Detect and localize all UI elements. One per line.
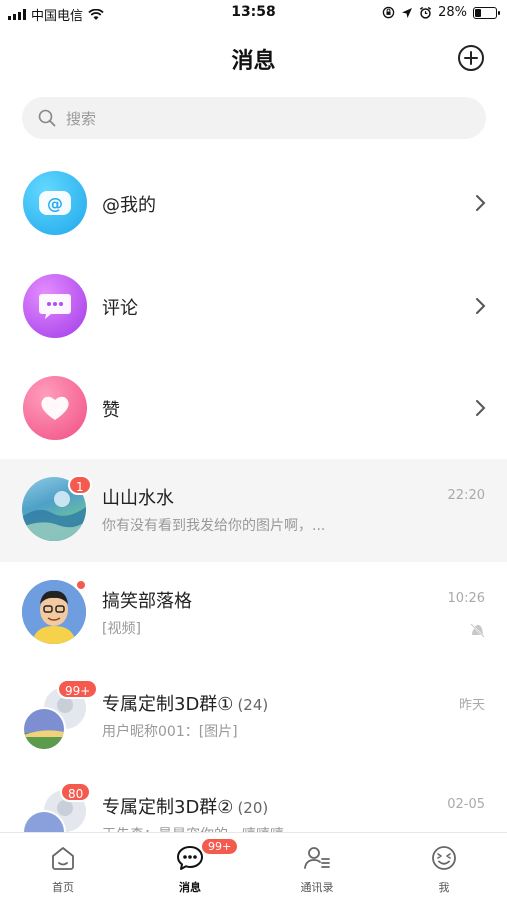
tab-label: 我 xyxy=(438,881,450,894)
unread-badge: 80 xyxy=(60,782,92,802)
alarm-icon xyxy=(420,6,432,19)
tab-messages[interactable]: 99+ 消息 xyxy=(127,833,253,900)
conversation-title: 专属定制3D群① (24) xyxy=(102,690,268,716)
page-title: 消息 xyxy=(231,49,276,74)
battery-icon xyxy=(473,6,500,19)
conversation-name: 专属定制3D群② xyxy=(102,797,234,818)
conversation-time: 昨天 xyxy=(458,698,485,713)
conversation-item[interactable]: 搞笑部落格 [视频] 10:26 xyxy=(0,562,507,665)
menu-icon-comments xyxy=(23,274,87,338)
conversation-title: 专属定制3D群② (20) xyxy=(102,793,268,819)
unread-dot xyxy=(76,580,86,590)
conversation-preview: 用户昵称001：[图片] xyxy=(102,724,238,740)
comment-bubble-icon xyxy=(39,294,71,319)
conversation-time: 10:26 xyxy=(447,591,485,606)
avatar xyxy=(22,580,86,644)
chevron-right-icon xyxy=(476,195,486,211)
conversation-item[interactable]: 1 山山水水 你有没有看到我发给你的图片啊，... 22:20 xyxy=(0,459,507,562)
menu-item-likes[interactable]: 赞 xyxy=(0,358,507,458)
home-icon xyxy=(52,847,74,870)
unread-badge: 1 xyxy=(68,475,92,495)
group-avatar-member xyxy=(22,707,66,751)
tab-bar: 首页 99+ 消息 通讯录 我 xyxy=(0,832,507,900)
battery-percent: 28% xyxy=(438,5,467,20)
tab-contacts[interactable]: 通讯录 xyxy=(254,833,380,900)
conversation-name: 山山水水 xyxy=(102,488,174,509)
menu-label-mentions: @我的 xyxy=(102,195,156,216)
smiley-icon xyxy=(432,846,456,870)
mute-icon xyxy=(470,623,485,638)
svg-text:@: @ xyxy=(47,194,63,213)
tab-label: 消息 xyxy=(179,881,201,894)
menu-label-comments: 评论 xyxy=(102,298,138,319)
menu-label-likes: 赞 xyxy=(102,400,120,421)
contacts-icon xyxy=(304,847,330,869)
member-count: (20) xyxy=(237,799,269,817)
at-icon: @ xyxy=(39,191,71,215)
battery-fill xyxy=(475,8,482,17)
menu-icon-likes xyxy=(23,376,87,440)
tab-me[interactable]: 我 xyxy=(381,833,507,900)
conversation-time: 22:20 xyxy=(447,488,485,503)
conversation-name: 搞笑部落格 xyxy=(102,591,192,612)
status-right: 28% xyxy=(382,5,500,20)
search-icon xyxy=(38,109,56,127)
avatar-image xyxy=(22,580,86,644)
add-button[interactable] xyxy=(457,44,485,72)
menu-icon-mentions: @ xyxy=(23,171,87,235)
tab-label: 首页 xyxy=(52,881,74,894)
location-icon xyxy=(402,7,413,18)
conversation-title: 山山水水 xyxy=(102,484,174,510)
nav-bar: 消息 xyxy=(0,28,507,86)
chevron-right-icon xyxy=(476,298,486,314)
conversation-preview: [视频] xyxy=(102,621,141,637)
heart-icon xyxy=(41,396,69,420)
search-placeholder: 搜索 xyxy=(66,109,97,128)
status-bar: 中国电信 13:58 28% xyxy=(0,0,507,28)
unread-badge: 99+ xyxy=(57,679,99,699)
messages-screen: 中国电信 13:58 28% 消息 搜索 @ @我的 评论 赞 1 山山水水 你… xyxy=(0,0,507,900)
conversation-item[interactable]: 99+ 专属定制3D群① (24) 用户昵称001：[图片] 昨天 xyxy=(0,665,507,768)
rotation-lock-icon xyxy=(382,6,395,19)
tab-badge: 99+ xyxy=(200,837,240,856)
tab-label: 通讯录 xyxy=(300,881,334,894)
conversation-name: 专属定制3D群① xyxy=(102,694,234,715)
search-input[interactable]: 搜索 xyxy=(22,97,486,139)
conversation-title: 搞笑部落格 xyxy=(102,587,192,613)
conversation-preview: 你有没有看到我发给你的图片啊，... xyxy=(102,518,326,534)
tab-home[interactable]: 首页 xyxy=(0,833,126,900)
menu-item-mentions[interactable]: @ @我的 xyxy=(0,153,507,253)
conversation-time: 02-05 xyxy=(447,797,485,812)
member-count: (24) xyxy=(237,696,269,714)
menu-item-comments[interactable]: 评论 xyxy=(0,256,507,356)
chevron-right-icon xyxy=(476,400,486,416)
